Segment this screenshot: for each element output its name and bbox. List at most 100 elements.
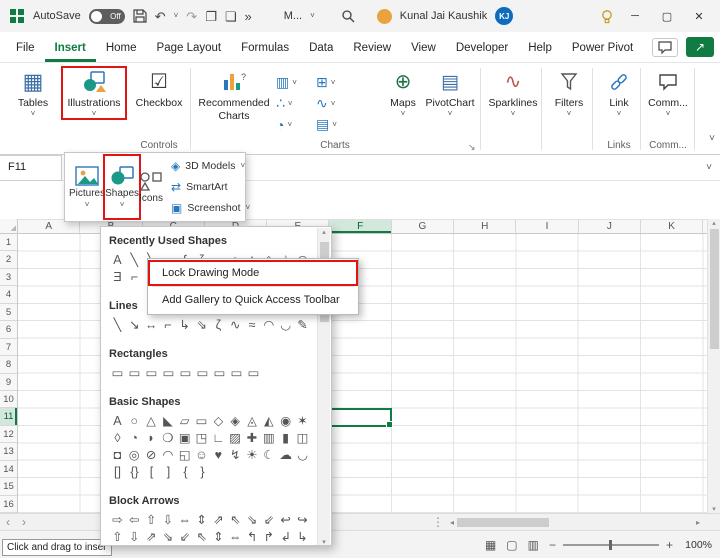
recommended-charts-button[interactable]: ? Recommended Charts — [197, 68, 271, 122]
view-shortcut-icon[interactable]: ▥ — [525, 537, 542, 553]
shape-option[interactable]: ⇕ — [193, 511, 210, 528]
shape-option[interactable]: ◗ — [143, 429, 160, 446]
shape-option[interactable]: ○ — [126, 412, 143, 429]
scroll-up-icon[interactable]: ▴ — [712, 219, 716, 227]
column-header[interactable]: K — [641, 220, 703, 233]
shape-option[interactable]: ▥ — [260, 429, 277, 446]
chart-type-button[interactable]: ∴ ˅ — [276, 93, 316, 114]
shape-option[interactable]: ▣ — [176, 429, 193, 446]
select-all-corner[interactable]: ◢ — [0, 219, 18, 234]
menu-item-add-gallery-to-qat[interactable]: Add Gallery to Quick Access Toolbar — [150, 289, 356, 311]
sparklines-button[interactable]: ∿ Sparklines ˅ — [486, 68, 540, 118]
shape-option[interactable]: ◱ — [176, 446, 193, 463]
shape-option[interactable]: ] — [160, 463, 177, 480]
shape-option[interactable]: ≈ — [244, 316, 261, 333]
tables-button[interactable]: ▦ Tables ˅ — [10, 68, 56, 118]
ribbon-tab[interactable]: Developer — [446, 35, 518, 62]
shape-option[interactable]: ▭ — [245, 364, 262, 381]
maximize-button[interactable]: ▢ — [656, 10, 678, 23]
row-header[interactable]: 7 — [0, 339, 17, 356]
shape-option[interactable]: ♥ — [210, 446, 227, 463]
shape-option[interactable]: ◊ — [109, 429, 126, 446]
shape-option[interactable]: ◣ — [159, 412, 176, 429]
shape-option[interactable]: ⇩ — [159, 511, 176, 528]
shape-option[interactable]: ✎ — [294, 316, 311, 333]
pivotchart-button[interactable]: ▤ PivotChart ˅ — [424, 68, 476, 118]
shape-option[interactable]: ◈ — [227, 412, 244, 429]
shape-option[interactable]: ▭ — [177, 364, 194, 381]
maps-button[interactable]: ⊕ Maps ˅ — [383, 68, 423, 118]
share-button[interactable]: ↗ — [686, 37, 714, 57]
chart-type-button[interactable]: ◔ ˅ — [276, 114, 316, 135]
column-header[interactable]: H — [454, 220, 516, 233]
scroll-down-icon[interactable]: ▾ — [322, 538, 326, 546]
document-title[interactable]: M... — [284, 10, 302, 22]
shape-option[interactable]: ∿ — [227, 316, 244, 333]
shape-option[interactable]: ☺ — [193, 446, 210, 463]
shape-option[interactable]: ▭ — [211, 364, 228, 381]
menu-item-lock-drawing-mode[interactable]: Lock Drawing Mode — [150, 262, 356, 284]
shape-option[interactable]: ◎ — [126, 446, 143, 463]
shape-option[interactable]: ↰ — [244, 528, 261, 545]
shape-option[interactable]: ⇔ — [227, 528, 244, 545]
ribbon-tab[interactable]: File — [6, 35, 45, 62]
name-box[interactable]: F11 — [0, 155, 62, 181]
view-shortcut-icon[interactable]: ▦ — [482, 537, 499, 553]
ribbon-collapse-icon[interactable]: ˅ — [709, 133, 715, 144]
shape-option[interactable]: ↳ — [176, 316, 193, 333]
shape-option[interactable]: ζ — [210, 316, 227, 333]
illustrations-menu-item[interactable]: ◈ 3D Models ˅ — [167, 156, 254, 177]
shape-option[interactable]: △ — [143, 412, 160, 429]
row-header[interactable]: 14 — [0, 461, 17, 478]
comments-button[interactable] — [652, 38, 678, 57]
shape-option[interactable]: ◭ — [260, 412, 277, 429]
shape-option[interactable]: ↱ — [260, 528, 277, 545]
illustrations-menu-item[interactable]: ⇄ SmartArt — [167, 177, 254, 198]
shape-option[interactable]: ⇦ — [126, 511, 143, 528]
shape-option[interactable]: A — [109, 251, 126, 268]
illustrations-menu-item[interactable]: ▣ Screenshot ˅ — [167, 197, 254, 218]
icons-button[interactable]: Icons — [139, 156, 163, 218]
zoom-level[interactable]: 100% — [680, 539, 712, 551]
row-header[interactable]: 4 — [0, 286, 17, 303]
column-header[interactable]: F — [329, 220, 391, 233]
column-header[interactable]: G — [392, 220, 454, 233]
excel-app-icon[interactable] — [10, 9, 25, 24]
shape-option[interactable]: ◠ — [260, 316, 277, 333]
zoom-out-icon[interactable]: − — [549, 538, 556, 552]
shape-option[interactable]: ⊘ — [143, 446, 160, 463]
shape-option[interactable]: ◇ — [210, 412, 227, 429]
avatar[interactable]: KJ — [495, 7, 513, 25]
autosave-toggle[interactable]: Off — [89, 9, 125, 24]
comment-button[interactable]: Comm... ˅ — [645, 68, 691, 118]
lightbulb-icon[interactable] — [600, 9, 614, 24]
search-icon[interactable] — [341, 9, 355, 23]
shape-option[interactable]: ▭ — [109, 364, 126, 381]
shape-option[interactable]: ⇗ — [210, 511, 227, 528]
ribbon-tab[interactable]: Page Layout — [147, 35, 232, 62]
shape-option[interactable]: ⇘ — [193, 316, 210, 333]
row-header[interactable]: 12 — [0, 426, 17, 443]
shape-option[interactable]: ▭ — [193, 412, 210, 429]
charts-dialog-launcher-icon[interactable]: ↘ — [468, 142, 476, 153]
shape-option[interactable]: ⌐ — [126, 268, 143, 285]
shapes-button[interactable]: Shapes ˅ — [105, 156, 139, 218]
ribbon-tab[interactable]: Help — [518, 35, 562, 62]
checkbox-button[interactable]: ☑ Checkbox — [133, 68, 185, 109]
ribbon-tab[interactable]: View — [401, 35, 446, 62]
shape-option[interactable]: ⇖ — [193, 528, 210, 545]
tab-splitter-icon[interactable]: ⋮ — [430, 515, 446, 529]
shape-option[interactable]: ⇧ — [109, 528, 126, 545]
row-header[interactable]: 13 — [0, 443, 17, 460]
shape-option[interactable]: ▱ — [176, 412, 193, 429]
shape-option[interactable]: {} — [126, 463, 143, 480]
shape-option[interactable]: ⇩ — [126, 528, 143, 545]
vertical-scrollbar[interactable]: ▴ ▾ — [707, 219, 720, 513]
shape-option[interactable]: ☾ — [260, 446, 277, 463]
shape-option[interactable]: } — [194, 463, 211, 480]
zoom-in-icon[interactable]: + — [666, 538, 673, 552]
shape-option[interactable]: ⇘ — [244, 511, 261, 528]
link-button[interactable]: Link ˅ — [599, 68, 639, 118]
more-commands-icon[interactable]: » — [245, 10, 252, 23]
row-header[interactable]: 15 — [0, 478, 17, 495]
